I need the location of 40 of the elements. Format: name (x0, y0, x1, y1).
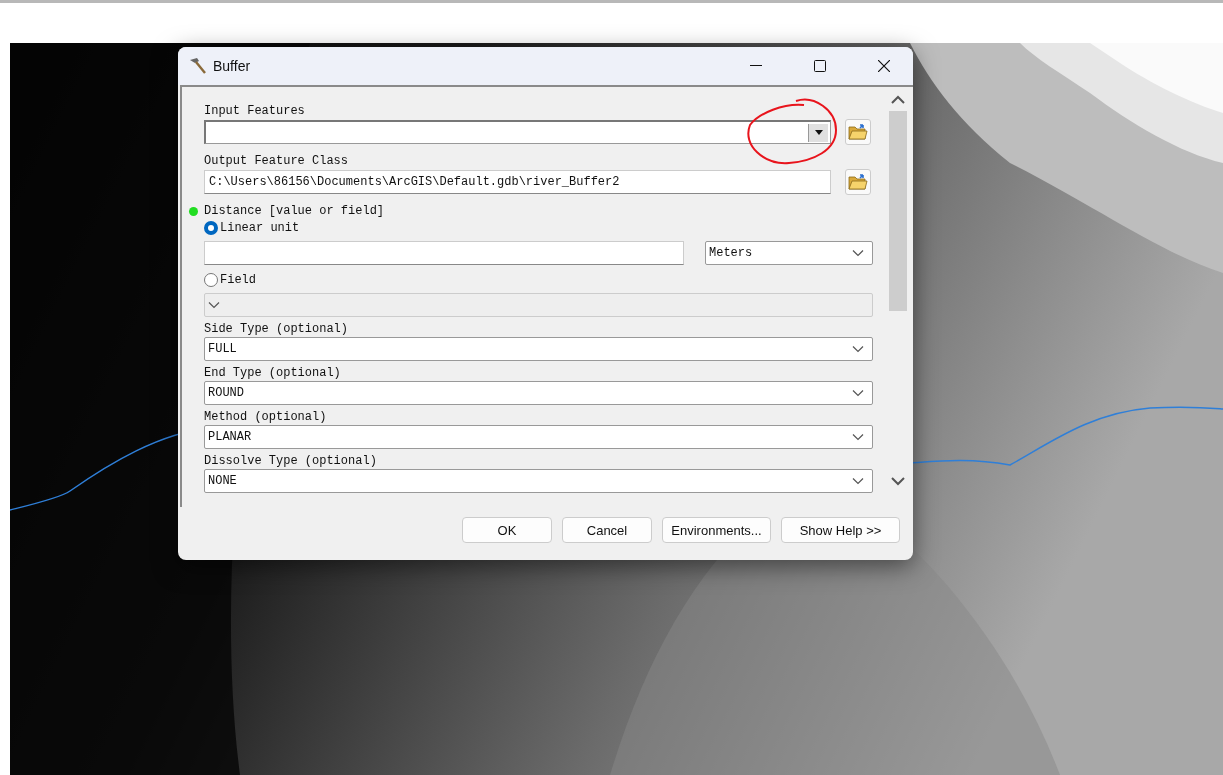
unit-dropdown[interactable]: Meters (705, 241, 873, 265)
maximize-icon (814, 60, 826, 72)
option-dropdown[interactable]: ROUND (204, 381, 873, 405)
browse-button[interactable] (845, 169, 871, 195)
browse-button[interactable] (845, 119, 871, 145)
radio-option[interactable]: Linear unit (204, 219, 873, 237)
option-dropdown[interactable]: FULL (204, 337, 873, 361)
dropdown-arrow-icon (814, 130, 823, 135)
chevron-down-icon (852, 345, 864, 353)
close-icon (878, 60, 890, 72)
field-label: End Type (optional) (204, 365, 342, 381)
field-label: Dissolve Type (optional) (204, 453, 378, 469)
chevron-down-icon (852, 249, 864, 257)
field-label: Distance [value or field] (204, 203, 873, 219)
dialog-button[interactable]: Environments... (662, 517, 771, 543)
folder-icon (848, 123, 868, 141)
folder-icon (848, 173, 868, 191)
field-label: Side Type (optional) (204, 321, 350, 337)
field-label: Output Feature Class (204, 153, 350, 169)
chevron-down-icon (852, 477, 864, 485)
window-title: Buffer (213, 58, 251, 74)
minimize-icon (750, 65, 762, 67)
dialog-button[interactable]: Show Help >> (781, 517, 900, 543)
input-features-combo[interactable] (204, 120, 831, 144)
option-dropdown[interactable]: NONE (204, 469, 873, 493)
dialog-button[interactable]: Cancel (562, 517, 652, 543)
chevron-down-icon (852, 433, 864, 441)
option-dropdown[interactable]: PLANAR (204, 425, 873, 449)
radio-option[interactable]: Field (204, 271, 873, 289)
distance-field[interactable] (204, 241, 684, 265)
field-label: Input Features (204, 103, 306, 119)
chevron-up-icon (890, 94, 905, 104)
scrollbar-thumb[interactable] (888, 111, 907, 311)
output-path-field[interactable]: C:\Users\86156\Documents\ArcGIS\Default.gdb\river_Buffer2 (204, 170, 831, 194)
field-dropdown[interactable] (204, 293, 873, 317)
field-label: Method (optional) (204, 409, 328, 425)
chevron-down-icon (208, 301, 220, 309)
dialog-button[interactable]: OK (462, 517, 552, 543)
chevron-down-icon (890, 476, 905, 486)
chevron-down-icon (852, 389, 864, 397)
